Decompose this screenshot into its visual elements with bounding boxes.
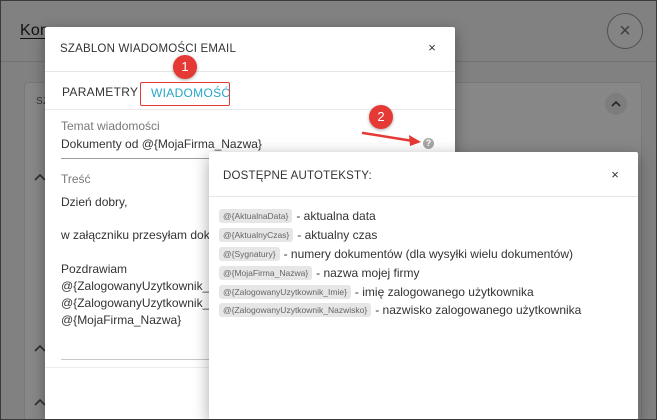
body-line: @{ZalogowanyUzytkownik_Naz — [61, 296, 231, 310]
autotext-item: @{Sygnatury} - numery dokumentów (dla wy… — [219, 246, 573, 262]
modal-header: SZABLON WIADOMOŚCI EMAIL × — [45, 27, 455, 72]
autotext-description: - aktualna data — [296, 209, 376, 223]
body-line: @{MojaFirma_Nazwa} — [61, 313, 182, 327]
autotext-item: @{AktualnyCzas} - aktualny czas — [219, 227, 377, 243]
body-line: Pozdrawiam — [61, 262, 128, 276]
modal-title: SZABLON WIADOMOŚCI EMAIL — [60, 43, 237, 55]
autotext-tag: @{Sygnatury} — [219, 247, 280, 261]
close-icon[interactable]: × — [425, 41, 439, 55]
autotext-description: - nazwisko zalogowanego użytkownika — [375, 303, 582, 317]
autotext-item: @{ZalogowanyUzytkownik_Nazwisko} - nazwi… — [219, 302, 581, 318]
popup-header: DOSTĘPNE AUTOTEKSTY: × — [209, 152, 638, 197]
tab-message[interactable]: WIADOMOŚĆ — [140, 82, 230, 106]
autotext-tag: @{AktualnaData} — [219, 209, 293, 223]
callout-arrow-icon — [361, 131, 421, 146]
autotext-item: @{ZalogowanyUzytkownik_Imie} - imię zalo… — [219, 284, 534, 300]
subject-input[interactable]: Dokumenty od @{MojaFirma_Nazwa} — [61, 137, 262, 151]
close-icon[interactable]: × — [608, 168, 622, 182]
autotext-tag: @{AktualnyCzas} — [219, 228, 294, 242]
autotext-item: @{MojaFirma_Nazwa} - nazwa mojej firmy — [219, 265, 420, 281]
popup-title: DOSTĘPNE AUTOTEKSTY: — [223, 170, 372, 182]
body-line: @{ZalogowanyUzytkownik_Imi — [61, 279, 226, 293]
autotext-tag: @{ZalogowanyUzytkownik_Imie} — [219, 285, 351, 299]
tabs-divider — [45, 109, 455, 110]
body-label: Treść — [61, 172, 91, 186]
autotext-tag: @{ZalogowanyUzytkownik_Nazwisko} — [219, 303, 372, 317]
body-line: w załączniku przesyłam dokum — [61, 228, 227, 242]
body-line: Dzień dobry, — [61, 195, 128, 209]
autotext-description: - nazwa mojej firmy — [316, 266, 420, 280]
autotext-description: - numery dokumentów (dla wysyłki wielu d… — [283, 247, 574, 261]
autotext-item: @{AktualnaData} - aktualna data — [219, 208, 376, 224]
tab-parameters[interactable]: PARAMETRY — [62, 85, 138, 99]
autotext-description: - imię zalogowanego użytkownika — [354, 285, 534, 299]
subject-label: Temat wiadomości — [61, 119, 160, 133]
callout-badge-1: 1 — [173, 55, 197, 79]
autotext-tag: @{MojaFirma_Nazwa} — [219, 266, 313, 280]
autotext-popup: DOSTĘPNE AUTOTEKSTY: × @{AktualnaData} -… — [209, 152, 638, 420]
autotext-description: - aktualny czas — [297, 228, 378, 242]
